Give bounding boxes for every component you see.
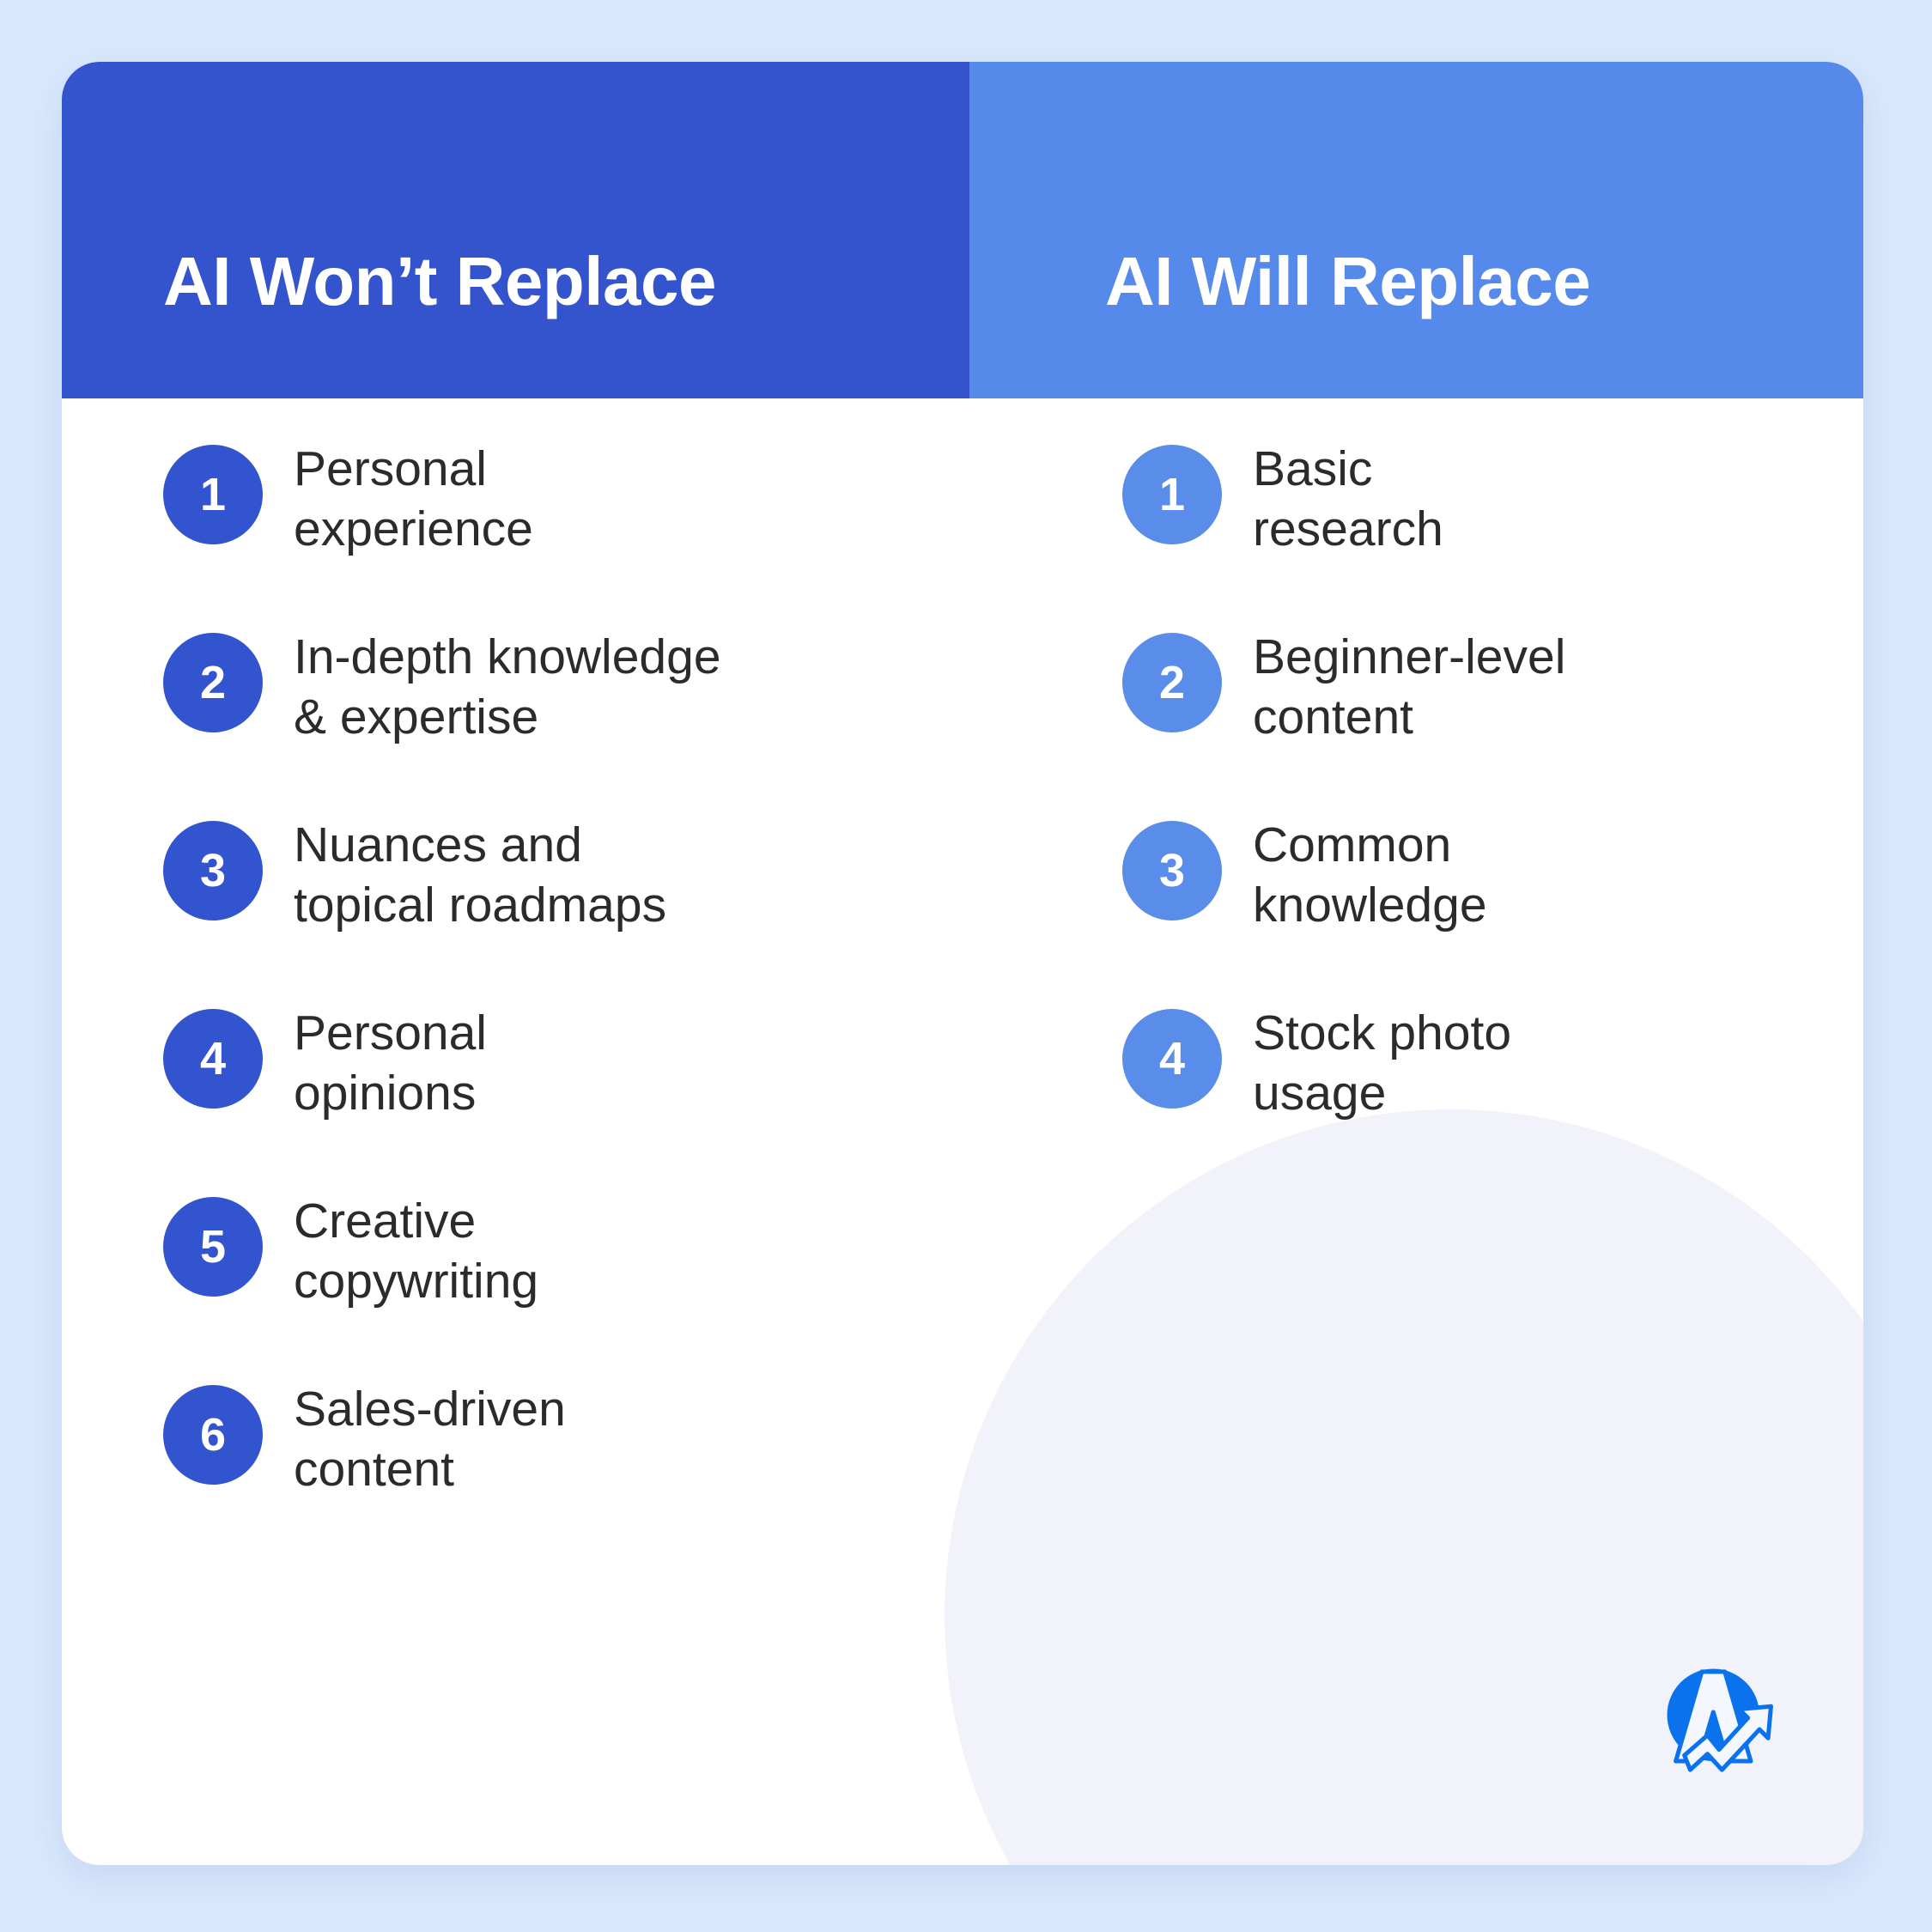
bullet-number: 3	[1122, 821, 1222, 921]
list-item-label: Nuances and topical roadmaps	[294, 817, 667, 933]
list-item-label: In-depth knowledge & expertise	[294, 629, 721, 744]
list-ai-wont-replace: 1 Personal experience 2 In-depth knowled…	[62, 398, 969, 1499]
bullet-number: 4	[163, 1009, 263, 1109]
list-item: 2 In-depth knowledge & expertise	[163, 628, 969, 747]
comparison-card: AI Won’t Replace AI Will Replace 1 Perso…	[62, 62, 1863, 1865]
list-item: 1 Basic research	[1122, 440, 1863, 559]
list-item: 4 Personal opinions	[163, 1004, 969, 1123]
list-item: 3 Common knowledge	[1122, 816, 1863, 935]
bullet-number: 5	[163, 1197, 263, 1297]
header-right-panel: AI Will Replace	[969, 62, 1863, 398]
brand-logo-icon	[1647, 1649, 1791, 1793]
header-band: AI Won’t Replace AI Will Replace	[62, 62, 1863, 398]
list-item: 3 Nuances and topical roadmaps	[163, 816, 969, 935]
bullet-number: 3	[163, 821, 263, 921]
header-left-panel: AI Won’t Replace	[62, 62, 969, 398]
list-ai-will-replace: 1 Basic research 2 Beginner-level conten…	[969, 398, 1863, 1123]
header-right-title: AI Will Replace	[1105, 243, 1591, 319]
comparison-body: 1 Personal experience 2 In-depth knowled…	[62, 398, 1863, 1865]
list-item-label: Basic research	[1253, 441, 1443, 556]
list-item-label: Personal opinions	[294, 1005, 487, 1121]
list-item: 5 Creative copywriting	[163, 1192, 969, 1311]
list-item-label: Common knowledge	[1253, 817, 1487, 933]
bullet-number: 6	[163, 1385, 263, 1485]
bullet-number: 2	[1122, 633, 1222, 733]
header-left-title: AI Won’t Replace	[163, 243, 716, 319]
list-item-label: Personal experience	[294, 441, 533, 556]
list-item: 4 Stock photo usage	[1122, 1004, 1863, 1123]
list-item: 2 Beginner-level content	[1122, 628, 1863, 747]
list-item-label: Beginner-level content	[1253, 629, 1566, 744]
list-item-label: Sales-driven content	[294, 1382, 566, 1497]
bullet-number: 1	[163, 445, 263, 544]
list-item: 1 Personal experience	[163, 440, 969, 559]
bullet-number: 4	[1122, 1009, 1222, 1109]
list-item-label: Creative copywriting	[294, 1194, 539, 1309]
column-ai-will-replace: 1 Basic research 2 Beginner-level conten…	[969, 398, 1863, 1192]
bullet-number: 1	[1122, 445, 1222, 544]
bullet-number: 2	[163, 633, 263, 733]
list-item: 6 Sales-driven content	[163, 1380, 969, 1499]
column-ai-wont-replace: 1 Personal experience 2 In-depth knowled…	[62, 398, 969, 1568]
list-item-label: Stock photo usage	[1253, 1005, 1512, 1121]
infographic-stage: AI Won’t Replace AI Will Replace 1 Perso…	[0, 0, 1932, 1932]
